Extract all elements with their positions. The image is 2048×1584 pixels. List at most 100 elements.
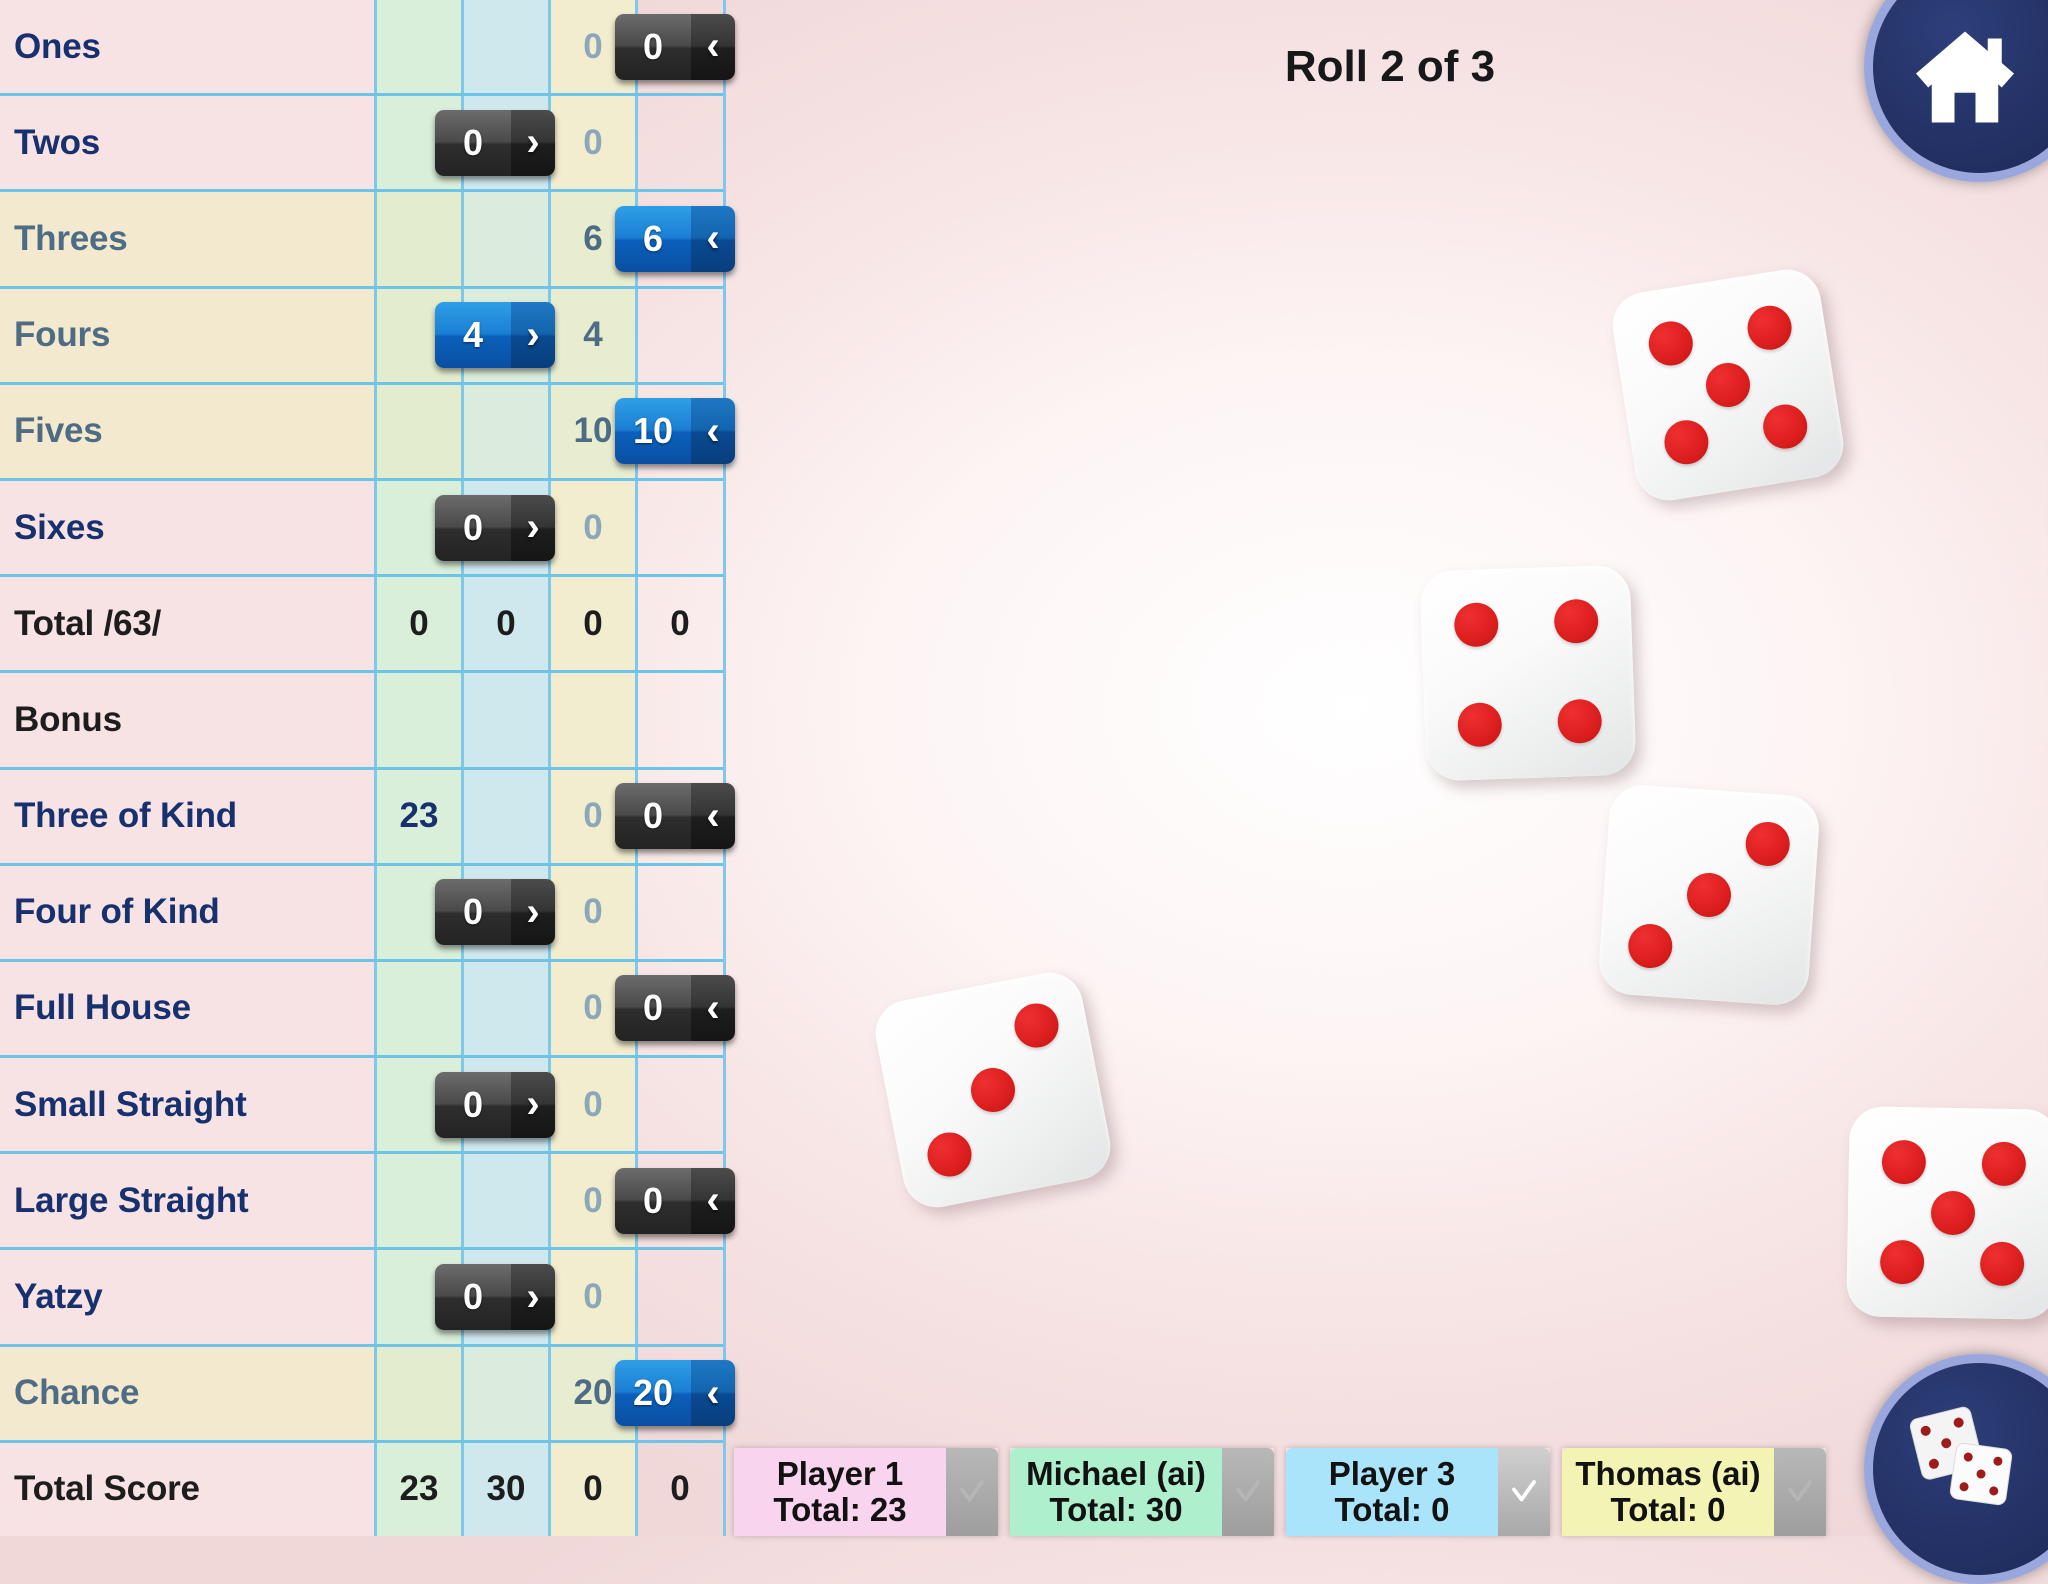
score-pick-button[interactable]: 0 › (435, 494, 555, 561)
score-cell-p1[interactable]: 0 (374, 577, 461, 671)
score-cell-p1[interactable] (374, 673, 461, 767)
score-cell-p2[interactable] (461, 961, 548, 1056)
score-row-label: Threes (0, 192, 374, 286)
score-pick-button[interactable]: 20 ‹ (615, 1360, 735, 1427)
score-row-full-house: Full House 0 0 ‹ (0, 961, 735, 1059)
score-cell-p3[interactable]: 0 (548, 1442, 635, 1536)
score-cell-p4[interactable] (635, 673, 722, 767)
score-pick-button[interactable]: 0 › (435, 879, 555, 946)
score-pick-button[interactable]: 0 ‹ (615, 13, 735, 80)
score-cell-p4[interactable] (635, 96, 722, 190)
die-pip (1453, 601, 1499, 648)
score-cell-p4[interactable] (635, 1250, 722, 1344)
score-pick-value: 0 (435, 494, 511, 561)
score-pick-button[interactable]: 0 ‹ (615, 1167, 735, 1234)
home-icon (1916, 31, 2014, 123)
player-tab-4[interactable]: Thomas (ai) Total: 0 (1562, 1448, 1826, 1536)
score-cell-p1[interactable] (374, 1154, 461, 1248)
die-pip (1879, 1240, 1925, 1285)
score-cell-p3[interactable]: 0 (548, 480, 635, 575)
score-pick-button[interactable]: 0 › (435, 1264, 555, 1331)
die-pip (1685, 871, 1733, 919)
score-cell-p2[interactable] (461, 1346, 548, 1440)
player-tab-1[interactable]: Player 1 Total: 23 (734, 1448, 998, 1536)
score-cell-p4[interactable] (635, 865, 722, 959)
score-cell-p3[interactable]: 0 (548, 1058, 635, 1152)
score-cell-p2[interactable] (461, 384, 548, 478)
die-5[interactable] (1846, 1106, 2048, 1320)
chevron-left-icon: ‹ (691, 398, 735, 465)
player-active-check[interactable] (1222, 1448, 1274, 1536)
player-active-check[interactable] (946, 1448, 998, 1536)
chevron-right-icon: › (511, 494, 555, 561)
player-name: Michael (ai) (1026, 1455, 1206, 1493)
chevron-left-icon: ‹ (691, 975, 735, 1042)
score-pick-value: 6 (615, 205, 691, 272)
die-1[interactable] (1607, 264, 1849, 506)
score-cell-p4[interactable] (635, 480, 722, 575)
score-cell-p2[interactable] (461, 192, 548, 286)
score-row-ones: Ones 0 0 ‹ (0, 0, 735, 97)
score-cell-p4[interactable] (635, 1058, 722, 1152)
score-cell-p3[interactable]: 0 (548, 865, 635, 959)
score-cell-p1[interactable] (374, 384, 461, 478)
score-cell-p3[interactable] (548, 673, 635, 767)
player-active-check[interactable] (1774, 1448, 1826, 1536)
score-pick-value: 0 (435, 1071, 511, 1138)
die-pip (1660, 417, 1712, 468)
score-pick-button[interactable]: 6 ‹ (615, 205, 735, 272)
score-cell-p1[interactable] (374, 961, 461, 1056)
player-tab-3[interactable]: Player 3 Total: 0 (1286, 1448, 1550, 1536)
score-cell-p2[interactable] (461, 0, 548, 94)
score-cell-p1[interactable]: 23 (374, 769, 461, 863)
score-cell-p1[interactable]: 23 (374, 1442, 461, 1536)
roll-dice-button[interactable] (1864, 1354, 2048, 1584)
check-icon (1512, 1480, 1536, 1502)
score-cell-p1[interactable] (374, 192, 461, 286)
score-pick-button[interactable]: 0 ‹ (615, 783, 735, 850)
die-pip (1980, 1241, 2025, 1287)
score-cell-p3[interactable]: 0 (548, 1250, 635, 1344)
die-pip (1010, 1000, 1062, 1052)
score-cell-p4[interactable]: 0 (635, 577, 722, 671)
score-pick-value: 0 (615, 13, 691, 80)
score-pick-button[interactable]: 0 ‹ (615, 975, 735, 1042)
score-cell-p4[interactable]: 0 (635, 1442, 722, 1536)
score-cell-p3[interactable]: 0 (548, 96, 635, 190)
player-active-check[interactable] (1498, 1448, 1550, 1536)
score-row-label: Full House (0, 961, 374, 1056)
chevron-right-icon: › (511, 302, 555, 369)
chevron-left-icon: ‹ (691, 205, 735, 272)
player-total: Total: 0 (1334, 1491, 1450, 1528)
score-row-sixes: Sixes 0 0 › (0, 480, 723, 578)
score-pick-button[interactable]: 10 ‹ (615, 398, 735, 465)
score-cell-p3[interactable]: 4 (548, 288, 635, 382)
score-cell-p1[interactable] (374, 0, 461, 94)
score-cell-p2[interactable]: 30 (461, 1442, 548, 1536)
die-2[interactable] (1419, 564, 1637, 782)
score-cell-p2[interactable] (461, 673, 548, 767)
score-pick-button[interactable]: 4 › (435, 302, 555, 369)
score-cell-p2[interactable]: 0 (461, 577, 548, 671)
chevron-right-icon: › (511, 109, 555, 176)
player-total: Total: 23 (773, 1491, 907, 1528)
score-pick-button[interactable]: 0 › (435, 1071, 555, 1138)
score-row-chance: Chance 20 20 ‹ (0, 1346, 735, 1443)
chevron-right-icon: › (511, 1264, 555, 1331)
score-cell-p2[interactable] (461, 769, 548, 863)
score-cell-p1[interactable] (374, 1346, 461, 1440)
home-button[interactable] (1864, 0, 2048, 182)
die-pip (1702, 359, 1754, 411)
score-row-bonus: Bonus (0, 673, 723, 770)
score-pick-button[interactable]: 0 › (435, 109, 555, 176)
score-cell-p3[interactable]: 0 (548, 577, 635, 671)
score-cell-p2[interactable] (461, 1154, 548, 1248)
dice-pair-icon (1909, 1406, 2013, 1506)
die-3[interactable] (1596, 782, 1822, 1008)
score-row-label: Small Straight (0, 1058, 374, 1152)
score-cell-p4[interactable] (635, 288, 722, 382)
die-4[interactable] (869, 966, 1117, 1214)
roll-status-text: Roll 2 of 3 (1284, 42, 1496, 91)
die-pip (1743, 820, 1791, 868)
player-tab-2[interactable]: Michael (ai) Total: 30 (1010, 1448, 1274, 1536)
